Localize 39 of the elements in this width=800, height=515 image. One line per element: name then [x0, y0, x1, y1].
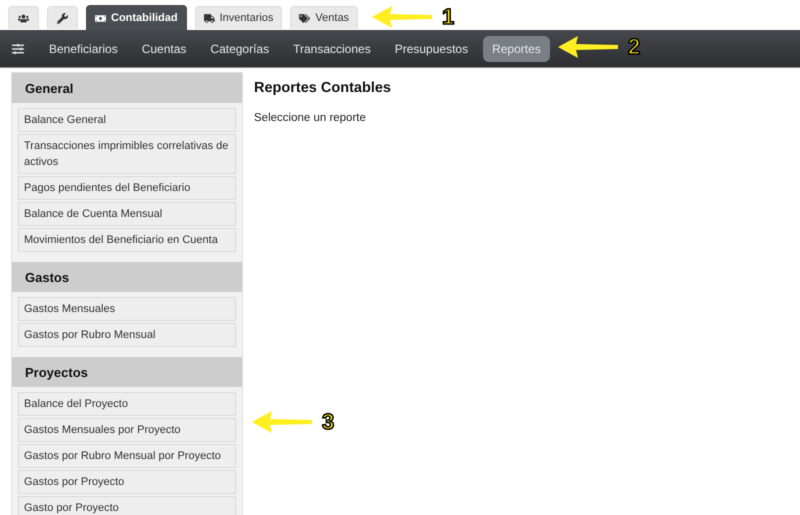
module-tab[interactable] [8, 6, 39, 29]
report-link[interactable]: Transacciones imprimibles correlativas de activos [18, 134, 236, 174]
page-title: Reportes Contables [254, 80, 391, 96]
nav-item[interactable]: Transacciones [284, 36, 380, 62]
module-tab[interactable]: Contabilidad [86, 5, 187, 30]
section-header: Gastos [12, 262, 242, 292]
wrench-icon [57, 12, 68, 24]
tag-icon [299, 12, 310, 24]
sliders-icon[interactable] [12, 42, 24, 54]
callout-number: 3 [322, 409, 334, 435]
report-link[interactable]: Gastos por Rubro Mensual [18, 323, 236, 347]
module-tab[interactable]: Inventarios [194, 6, 282, 29]
arrow-icon [372, 6, 432, 28]
nav-item[interactable]: Cuentas [132, 36, 196, 62]
arrow-icon [252, 411, 312, 433]
report-link[interactable]: Gasto por Proyecto [18, 496, 236, 515]
nav-item[interactable]: Categorías [201, 36, 278, 62]
report-link[interactable]: Gastos por Proyecto [18, 470, 236, 494]
report-link[interactable]: Gastos Mensuales [18, 297, 236, 321]
report-link[interactable]: Balance General [18, 108, 236, 132]
arrow-icon [558, 36, 618, 58]
report-link[interactable]: Balance del Proyecto [18, 392, 236, 416]
callout-number: 2 [628, 34, 640, 60]
module-tab[interactable]: Ventas [290, 6, 358, 29]
banknote-icon [95, 12, 106, 24]
report-link[interactable]: Balance de Cuenta Mensual [18, 202, 236, 226]
report-link[interactable]: Gastos Mensuales por Proyecto [18, 418, 236, 442]
report-link[interactable]: Gastos por Rubro Mensual por Proyecto [18, 444, 236, 468]
nav-item[interactable]: Beneficiarios [40, 36, 127, 62]
callout-number: 1 [442, 4, 454, 30]
nav-item[interactable]: Presupuestos [386, 36, 478, 62]
hint-text: Seleccione un reporte [254, 112, 367, 124]
report-link[interactable]: Movimientos del Beneficiario en Cuenta [18, 228, 236, 252]
section-header: Proyectos [12, 357, 242, 387]
section-header: General [12, 73, 242, 103]
truck-icon [204, 12, 215, 24]
module-tab[interactable] [47, 6, 78, 29]
report-link[interactable]: Pagos pendientes del Beneficiario [18, 176, 236, 200]
people-icon [18, 12, 29, 24]
